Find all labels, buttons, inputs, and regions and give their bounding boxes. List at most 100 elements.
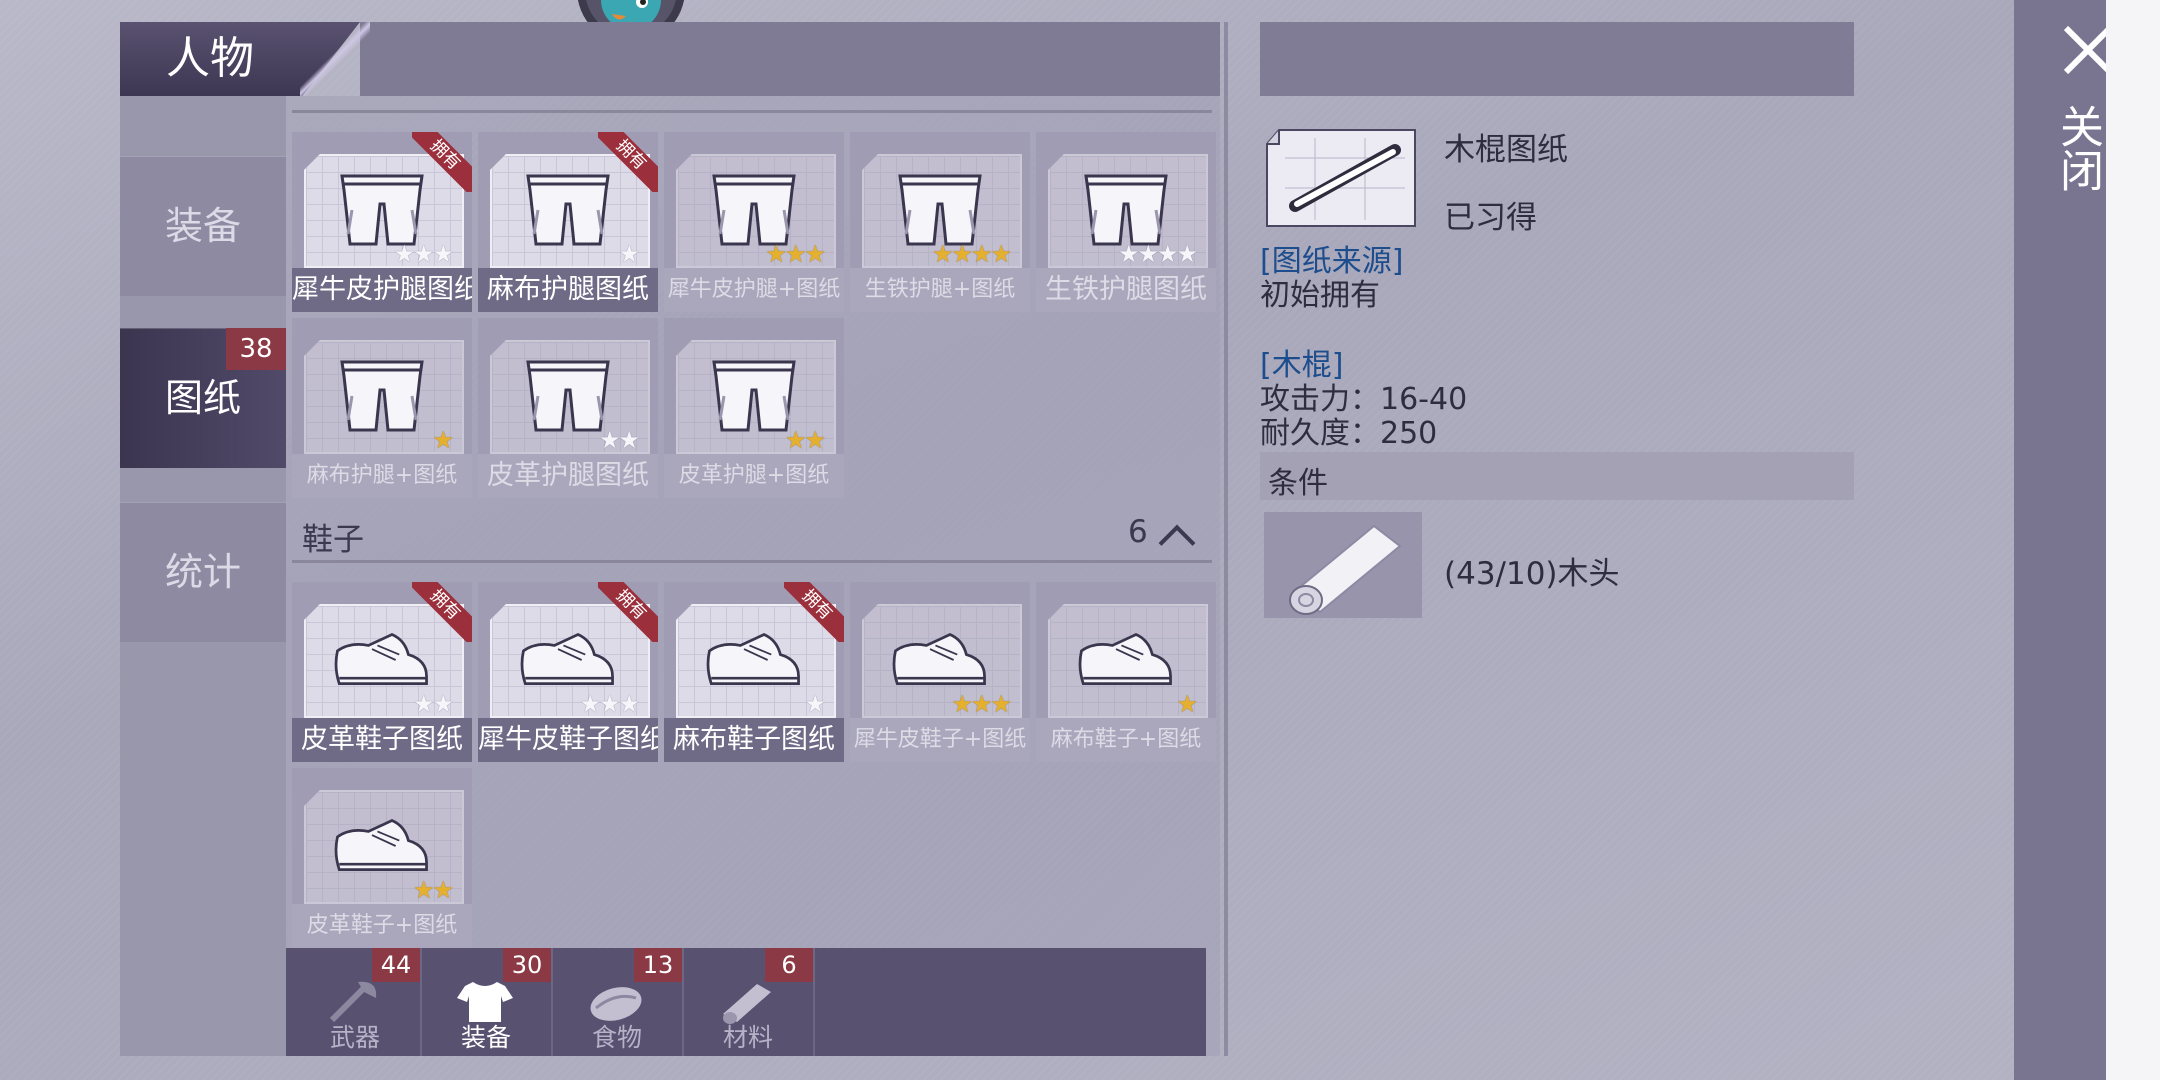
owned-ribbon: 拥有 (412, 582, 472, 642)
leg-blueprint-card[interactable]: ★★★★ 生铁护腿+图纸 (850, 132, 1030, 312)
owned-label: 拥有 (598, 132, 658, 192)
star-icon: ★ (412, 876, 434, 904)
rarity-stars: ★★★ (579, 690, 639, 718)
header-strip (360, 22, 1220, 96)
screen-edge (2106, 0, 2160, 1080)
leg-blueprint-card[interactable]: ★★★ 犀牛皮护腿图纸 拥有 (292, 132, 472, 312)
owned-ribbon: 拥有 (598, 132, 658, 192)
leg-blueprint-card[interactable]: ★ 麻布护腿图纸 拥有 (478, 132, 658, 312)
tab-food[interactable]: 食物 13 (552, 948, 684, 1056)
section-count: 6 (1128, 514, 1148, 550)
owned-label: 拥有 (412, 582, 472, 642)
owned-label: 拥有 (412, 132, 472, 192)
durability-stat: 耐久度：250 (1260, 416, 1438, 451)
rarity-stars: ★ (618, 240, 639, 268)
leg-blueprint-card[interactable]: ★★★★ 生铁护腿图纸 (1036, 132, 1216, 312)
leg-blueprint-card[interactable]: ★ 麻布护腿+图纸 (292, 318, 472, 498)
learned-status: 已习得 (1444, 200, 1537, 236)
tab-label: 装备 (460, 1023, 511, 1052)
shoe-blueprint-card[interactable]: ★★★ 犀牛皮鞋子图纸 拥有 (478, 582, 658, 762)
shoe-blueprint-card[interactable]: ★★ 皮革鞋子图纸 拥有 (292, 582, 472, 762)
count-badge: 6 (765, 948, 813, 982)
leg-armor-icon (890, 170, 990, 250)
rarity-stars: ★★ (598, 426, 640, 454)
leg-armor-icon (518, 356, 618, 436)
tab-label: 武器 (329, 1023, 380, 1052)
card-label: 麻布护腿+图纸 (292, 454, 472, 498)
shoe-blueprint-card[interactable]: ★ 麻布鞋子图纸 拥有 (664, 582, 844, 762)
leg-armor-icon (1076, 170, 1176, 250)
star-icon: ★ (432, 426, 453, 454)
star-icon: ★ (931, 240, 953, 268)
star-icon: ★ (412, 240, 434, 268)
tab-equipment[interactable]: 装备 30 (421, 948, 553, 1056)
star-icon: ★ (951, 240, 972, 268)
card-label: 犀牛皮鞋子+图纸 (850, 718, 1030, 762)
star-icon: ★ (412, 690, 434, 718)
star-icon: ★ (1176, 690, 1197, 718)
star-icon: ★ (804, 690, 825, 718)
leg-armor-icon (704, 356, 804, 436)
leg-blueprint-card[interactable]: ★★★ 犀牛皮护腿+图纸 (664, 132, 844, 312)
card-label: 皮革护腿+图纸 (664, 454, 844, 498)
shoe-blueprint-card[interactable]: ★★★ 犀牛皮鞋子+图纸 (850, 582, 1030, 762)
count-badge: 30 (503, 948, 551, 982)
card-label: 麻布护腿图纸 (478, 268, 658, 312)
material-requirement: (43/10)木头 (1444, 556, 1620, 592)
shoe-blueprint-card[interactable]: ★ 麻布鞋子+图纸 (1036, 582, 1216, 762)
star-icon: ★ (432, 240, 453, 268)
leg-blueprint-card[interactable]: ★★ 皮革护腿+图纸 (664, 318, 844, 498)
shoe-icon (1076, 620, 1176, 700)
sidebar-tab-equipment[interactable]: 装备 (120, 156, 286, 296)
card-label: 犀牛皮护腿图纸 (292, 268, 472, 312)
rarity-stars: ★★★★ (931, 240, 1012, 268)
star-icon: ★ (784, 240, 806, 268)
leg-blueprint-card[interactable]: ★★ 皮革护腿图纸 (478, 318, 658, 498)
tab-weapons[interactable]: 武器 44 (290, 948, 422, 1056)
star-icon: ★ (990, 690, 1011, 718)
rarity-stars: ★★★ (393, 240, 453, 268)
close-button[interactable]: 关闭 (2052, 104, 2104, 192)
owned-ribbon: 拥有 (598, 582, 658, 642)
star-icon: ★ (765, 240, 786, 268)
condition-heading: 条件 (1268, 466, 1328, 501)
star-icon: ★ (598, 426, 620, 454)
rarity-stars: ★★★ (765, 240, 825, 268)
star-icon: ★ (1176, 240, 1197, 268)
sidebar-tab-statistics[interactable]: 统计 (120, 502, 286, 642)
star-icon: ★ (393, 240, 414, 268)
card-label: 犀牛皮鞋子图纸 (478, 718, 658, 762)
star-icon: ★ (804, 426, 825, 454)
star-icon: ★ (1156, 240, 1178, 268)
tab-label: 食物 (591, 1023, 642, 1052)
star-icon: ★ (432, 690, 453, 718)
stick-blueprint-icon (1265, 128, 1417, 228)
tab-label: 材料 (722, 1023, 773, 1052)
section-title-shoes: 鞋子 (302, 522, 364, 558)
wood-log-icon (1289, 524, 1402, 615)
sidebar-tab-blueprints[interactable]: 图纸 38 (120, 328, 286, 468)
star-icon: ★ (432, 876, 453, 904)
star-icon: ★ (618, 240, 639, 268)
rarity-stars: ★★★★ (1118, 240, 1198, 268)
blueprint-name: 木棍图纸 (1444, 132, 1568, 168)
star-icon: ★ (990, 240, 1011, 268)
sidebar-tab-label: 装备 (164, 204, 241, 248)
condition-bar: 条件 (1260, 452, 1854, 501)
section-divider (292, 560, 1212, 563)
count-badge: 13 (634, 948, 682, 982)
star-icon: ★ (618, 690, 639, 718)
card-label: 犀牛皮护腿+图纸 (664, 268, 844, 312)
owned-label: 拥有 (784, 582, 844, 642)
card-label: 皮革护腿图纸 (478, 454, 658, 498)
section-divider (292, 110, 1212, 113)
star-icon: ★ (804, 240, 825, 268)
tab-materials[interactable]: 材料 6 (683, 948, 815, 1056)
material-slot[interactable] (1264, 512, 1422, 618)
owned-ribbon: 拥有 (412, 132, 472, 192)
title-decoration (300, 22, 370, 96)
shoe-blueprint-card[interactable]: ★★ 皮革鞋子+图纸 (292, 768, 472, 948)
sidebar-tab-label: 图纸 (164, 376, 241, 420)
star-icon: ★ (970, 690, 992, 718)
shoe-icon (890, 620, 990, 700)
